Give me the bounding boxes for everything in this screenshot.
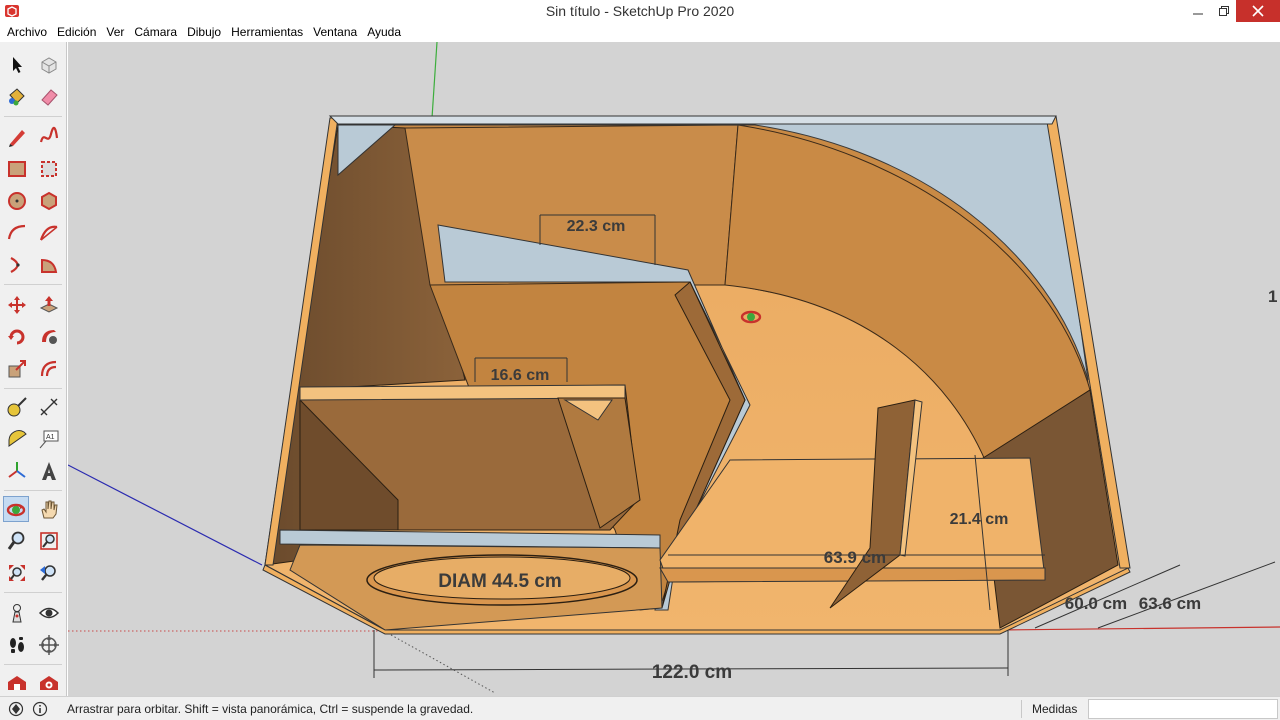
model-viewport[interactable]: 22.3 cm 16.6 cm DIAM 44.5 cm 63.9 cm 21.… [68,42,1280,696]
scale-icon[interactable] [4,356,30,382]
dim-label-122-0: 122.0 cm [652,662,732,683]
component-box-icon[interactable] [36,52,62,78]
tape-measure-icon[interactable] [4,394,30,420]
eraser-icon[interactable] [36,84,62,110]
orbit-icon[interactable] [3,496,29,522]
dim-label-edge: 1 [1268,287,1277,306]
close-icon[interactable] [1236,0,1280,22]
large-tool-set: A1 [0,42,67,696]
dimension-icon[interactable] [36,394,62,420]
geo-location-icon[interactable] [8,701,24,717]
menu-edicion[interactable]: Edición [52,23,101,41]
dim-label-63-6: 63.6 cm [1139,594,1201,613]
dim-label-60-0: 60.0 cm [1065,594,1127,613]
guide-dotted-line [383,630,496,694]
previous-view-icon[interactable] [36,560,62,586]
menu-ver[interactable]: Ver [101,23,129,41]
measurements-input[interactable] [1088,699,1278,719]
dim-label-21-4: 21.4 cm [950,511,1009,528]
3d-model-canvas[interactable]: 22.3 cm 16.6 cm DIAM 44.5 cm 63.9 cm 21.… [68,42,1280,696]
svg-text:A1: A1 [46,434,55,441]
three-point-arc-icon[interactable] [4,252,30,278]
menu-ayuda[interactable]: Ayuda [362,23,406,41]
section-plane-icon[interactable] [36,632,62,658]
hand-pan-icon[interactable] [36,496,62,522]
window-title: Sin título - SketchUp Pro 2020 [545,3,735,19]
magnifier-icon[interactable] [4,528,30,554]
info-icon[interactable] [32,701,48,717]
3d-text-icon[interactable] [36,458,62,484]
arc-icon[interactable] [4,220,30,246]
dim-label-16-6: 16.6 cm [491,367,550,384]
extension-warehouse-icon[interactable] [36,670,62,696]
menu-archivo[interactable]: Archivo [2,23,52,41]
polygon-icon[interactable] [36,188,62,214]
paint-bucket-icon[interactable] [4,84,30,110]
blue-axis-line [68,464,263,566]
dim-label-63-9: 63.9 cm [824,548,886,567]
push-pull-icon[interactable] [36,292,62,318]
offset-icon[interactable] [36,356,62,382]
menu-dibujo[interactable]: Dibujo [182,23,226,41]
dim-label-diam-44-5: DIAM 44.5 cm [438,571,562,592]
two-point-arc-icon[interactable] [36,220,62,246]
measurements-label: Medidas [1032,702,1078,716]
eye-icon[interactable] [36,600,62,626]
rectangle-icon[interactable] [4,156,30,182]
freehand-curve-icon[interactable] [36,124,62,150]
menu-camara[interactable]: Cámara [129,23,182,41]
dim-label-22-3: 22.3 cm [567,218,626,235]
menu-ventana[interactable]: Ventana [308,23,362,41]
pencil-icon[interactable] [4,124,30,150]
red-axis-line [999,626,1280,631]
position-camera-icon[interactable] [4,600,30,626]
warehouse-icon[interactable] [4,670,30,696]
zoom-window-icon[interactable] [36,528,62,554]
green-axis-line [431,42,438,119]
rotate-icon[interactable] [4,324,30,350]
status-divider [1021,700,1022,718]
text-label-icon[interactable]: A1 [36,426,62,452]
minimize-icon[interactable] [1184,0,1212,22]
sketchup-window: Sin título - SketchUp Pro 2020 Archivo E… [0,0,1280,720]
status-bar: Arrastrar para orbitar. Shift = vista pa… [0,696,1280,720]
circle-icon[interactable] [4,188,30,214]
status-hint-text: Arrastrar para orbitar. Shift = vista pa… [67,702,474,716]
axes-icon[interactable] [4,458,30,484]
menu-bar: Archivo Edición Ver Cámara Dibujo Herram… [0,22,1280,42]
rotated-rectangle-icon[interactable] [36,156,62,182]
move-arrows-icon[interactable] [4,292,30,318]
protractor-icon[interactable] [4,426,30,452]
restore-icon[interactable] [1212,0,1236,22]
zoom-extents-icon[interactable] [4,560,30,586]
menu-herramientas[interactable]: Herramientas [226,23,308,41]
pie-icon[interactable] [36,252,62,278]
arrow-cursor-icon[interactable] [4,52,30,78]
follow-me-icon[interactable] [36,324,62,350]
speaker-box-model[interactable] [262,115,1131,635]
footprints-icon[interactable] [4,632,30,658]
title-bar: Sin título - SketchUp Pro 2020 [0,0,1280,22]
